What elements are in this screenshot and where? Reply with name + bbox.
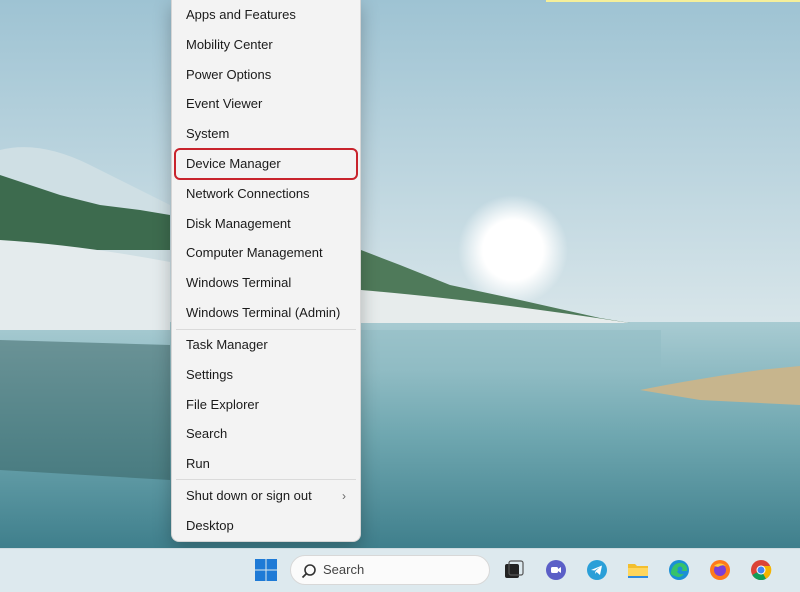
taskbar: Search [0,548,800,592]
menu-item-windows-terminal-admin[interactable]: Windows Terminal (Admin) [176,299,356,327]
menu-item-label: File Explorer [186,396,259,412]
menu-item-network-connections[interactable]: Network Connections [176,180,356,208]
menu-item-label: Mobility Center [186,36,273,52]
telegram-icon[interactable] [585,558,609,582]
menu-item-label: Disk Management [186,215,291,231]
chat-icon[interactable] [544,558,568,582]
menu-item-label: Shut down or sign out [186,488,312,503]
task-view-icon[interactable] [502,558,526,582]
desktop-wallpaper [0,0,800,548]
chrome-icon[interactable] [749,558,773,582]
winx-context-menu: Apps and Features Mobility Center Power Op… [171,0,361,542]
menu-item-windows-terminal[interactable]: Windows Terminal [176,269,356,297]
menu-item-shut-down-or-sign-out[interactable]: Shut down or sign out › [176,482,356,510]
menu-item-apps-and-features[interactable]: Apps and Features [176,1,356,29]
menu-item-label: Power Options [186,66,272,82]
menu-item-event-viewer[interactable]: Event Viewer [176,90,356,118]
menu-item-label: Search [186,426,228,442]
menu-item-label: Event Viewer [186,96,263,112]
menu-item-label: Apps and Features [186,7,296,22]
menu-item-label: Task Manager [186,337,268,352]
menu-item-search[interactable]: Search [176,420,356,448]
menu-item-power-options[interactable]: Power Options [176,61,356,89]
menu-item-desktop[interactable]: Desktop [176,512,356,540]
menu-item-label: Computer Management [186,245,323,261]
menu-item-label: Network Connections [186,185,310,201]
top-edge-highlight [546,0,800,2]
menu-item-label: Device Manager [186,156,281,171]
menu-item-settings[interactable]: Settings [176,361,356,389]
search-placeholder: Search [323,562,365,577]
menu-item-label: Run [186,456,210,472]
menu-separator [176,479,356,480]
edge-icon[interactable] [667,558,691,582]
menu-item-task-manager[interactable]: Task Manager [176,331,356,359]
menu-item-label: System [186,126,230,142]
menu-item-run[interactable]: Run [176,450,356,478]
menu-item-system[interactable]: System [176,120,356,148]
taskbar-search-box[interactable]: Search [290,555,490,585]
menu-item-label: Settings [186,366,233,382]
menu-item-file-explorer[interactable]: File Explorer [176,391,356,419]
firefox-icon[interactable] [708,558,732,582]
menu-item-label: Desktop [186,517,234,533]
menu-item-mobility-center[interactable]: Mobility Center [176,31,356,59]
menu-item-label: Windows Terminal [186,275,292,291]
menu-item-label: Windows Terminal (Admin) [186,305,341,320]
file-explorer-icon[interactable] [626,558,650,582]
windows-start-icon[interactable] [254,558,278,582]
menu-item-computer-management[interactable]: Computer Management [176,239,356,267]
search-icon [301,564,316,579]
menu-item-disk-management[interactable]: Disk Management [176,210,356,238]
menu-separator [176,329,356,330]
chevron-right-icon: › [342,489,346,503]
menu-item-device-manager[interactable]: Device Manager [174,148,358,180]
